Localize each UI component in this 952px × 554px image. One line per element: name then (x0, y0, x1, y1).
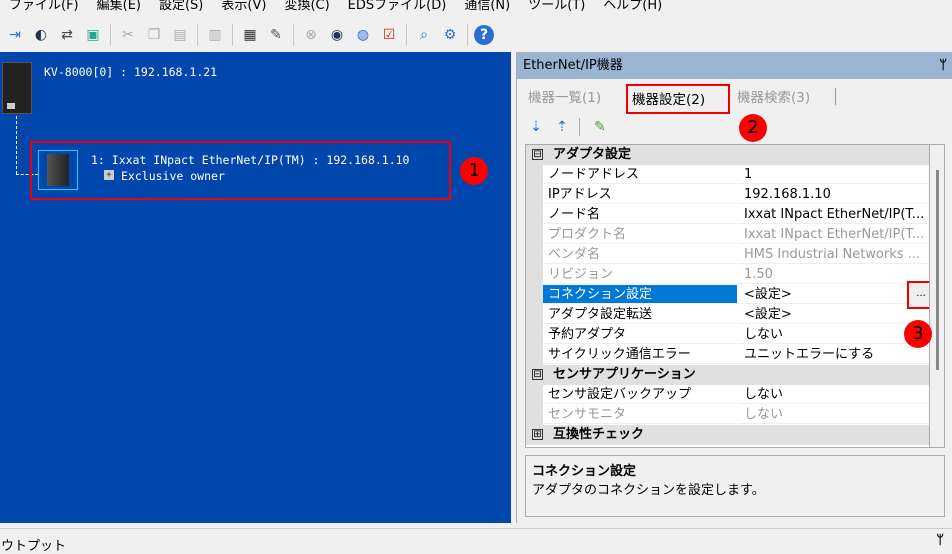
device-node[interactable] (30, 141, 451, 200)
network-transfer-icon[interactable]: ⇄ (56, 24, 78, 46)
collapse-icon[interactable]: ⊟ (532, 149, 543, 160)
plc-label[interactable]: KV-8000[0] : 192.168.1.21 (44, 65, 217, 79)
property-row: リビジョン 1.50 (526, 265, 929, 285)
grid-scrollbar[interactable] (930, 144, 945, 448)
settings-icon[interactable]: ⚙ (439, 24, 461, 46)
property-row[interactable]: 予約アダプタ しない (526, 325, 929, 345)
expand-icon[interactable]: ⊞ (532, 429, 543, 440)
property-row[interactable]: IPアドレス 192.168.1.10 (526, 185, 929, 205)
toolbar: ⇥ ◐ ⇄ ▣ ✂ ❐ ▤ ▥ ▦ ✎ ⊗ ◉ ◍ ☑ ⌕ ⚙ ? (0, 20, 952, 50)
property-row: ベンダ名 HMS Industrial Networks ... (526, 245, 929, 265)
category-adapter-settings[interactable]: ⊟ アダプタ設定 (526, 145, 929, 165)
tab-device-settings[interactable]: 機器設定(2) (626, 84, 730, 114)
paste-icon[interactable]: ▤ (169, 24, 191, 46)
description-text: アダプタのコネクションを設定します。 (532, 483, 765, 498)
tab-divider (835, 88, 836, 105)
device-label[interactable]: 1: Ixxat INpact EtherNet/IP(TM) : 192.16… (91, 153, 410, 167)
description-title: コネクション設定 (532, 464, 637, 479)
property-row-connection-settings[interactable]: コネクション設定 <設定> ... (526, 281, 929, 309)
adapter-device-icon[interactable] (38, 150, 78, 190)
expand-all-icon[interactable]: ⇣ (525, 116, 547, 138)
property-row[interactable]: ノードアドレス 1 (526, 165, 929, 185)
eip-icon[interactable]: ◍ (352, 24, 374, 46)
pc-display-icon[interactable]: ▣ (82, 24, 104, 46)
tab-device-list[interactable]: 機器一覧(1) (528, 86, 601, 106)
badge-1: 1 (460, 157, 488, 185)
panel-title: EtherNet/IP機器 ᛘ (517, 52, 952, 79)
pin-icon[interactable]: ᛘ (939, 52, 947, 79)
menu-tools[interactable]: ツール(T) (519, 0, 594, 16)
menu-eds-file[interactable]: EDSファイル(D) (339, 0, 456, 16)
menu-view[interactable]: 表示(V) (212, 0, 275, 16)
pin-icon[interactable]: ᛘ (936, 533, 944, 548)
output-panel-header: アウトプット ᛘ (0, 528, 952, 554)
tree-search-icon[interactable]: ⌕ (413, 24, 435, 46)
menu-convert[interactable]: 変換(C) (275, 0, 338, 16)
help-icon[interactable]: ? (474, 25, 494, 45)
tab-device-search[interactable]: 機器検索(3) (737, 86, 810, 106)
badge-2: 2 (739, 114, 767, 142)
check-report-icon[interactable]: ☑ (378, 24, 400, 46)
property-row: プロダクト名 Ixxat INpact EtherNet/IP(T... (526, 225, 929, 245)
connection-label[interactable]: Exclusive owner (121, 169, 225, 183)
cut-icon[interactable]: ✂ (117, 24, 139, 46)
import-icon[interactable]: ⇥ (4, 24, 26, 46)
badge-3: 3 (904, 320, 932, 348)
wrench-icon[interactable]: ✎ (265, 24, 287, 46)
menu-edit[interactable]: 編集(E) (88, 0, 150, 16)
description-box: コネクション設定 アダプタのコネクションを設定します。 (525, 455, 945, 517)
menu-settings[interactable]: 設定(S) (150, 0, 212, 16)
plc-icon[interactable] (2, 62, 32, 114)
monitor-icon[interactable]: ◐ (30, 24, 52, 46)
property-row[interactable]: センサ設定バックアップ しない (526, 385, 929, 405)
copy-icon[interactable]: ❐ (143, 24, 165, 46)
edit-icon[interactable]: ✎ (589, 116, 611, 138)
ethernet-ip-panel: EtherNet/IP機器 ᛘ 機器一覧(1) 機器設定(2) 機器検索(3) … (516, 52, 952, 523)
menu-help[interactable]: ヘルプ(H) (594, 0, 671, 16)
property-row[interactable]: ノード名 Ixxat INpact EtherNet/IP(T... (526, 205, 929, 225)
property-grid: ⊟ アダプタ設定 ノードアドレス 1 IPアドレス 192.168.1.10 ノード名… (525, 144, 930, 448)
connection-line (16, 116, 17, 174)
property-row: センサモニタ しない (526, 405, 929, 425)
category-compatibility-check[interactable]: ⊞ 互換性チェック (526, 425, 929, 445)
property-row[interactable]: サイクリック通信エラー ユニットエラーにする (526, 345, 929, 365)
category-sensor-application[interactable]: ⊟ センサアプリケーション (526, 365, 929, 385)
sd-icon[interactable]: ▦ (239, 24, 261, 46)
unit-icon[interactable]: ▥ (204, 24, 226, 46)
network-view[interactable]: KV-8000[0] : 192.168.1.21 1: Ixxat INpac… (0, 52, 511, 523)
dm-rlm-icon[interactable]: ◉ (326, 24, 348, 46)
collapse-icon[interactable]: ⊟ (532, 369, 543, 380)
menu-communication[interactable]: 通信(N) (455, 0, 519, 16)
collapse-all-icon[interactable]: ⇡ (551, 116, 573, 138)
menu-bar: ファイル(F) 編集(E) 設定(S) 表示(V) 変換(C) EDSファイル(… (0, 0, 952, 16)
clear-icon[interactable]: ⊗ (300, 24, 322, 46)
menu-file[interactable]: ファイル(F) (0, 0, 88, 16)
property-row[interactable]: アダプタ設定転送 <設定> (526, 305, 929, 325)
expand-icon[interactable]: + (104, 170, 114, 180)
